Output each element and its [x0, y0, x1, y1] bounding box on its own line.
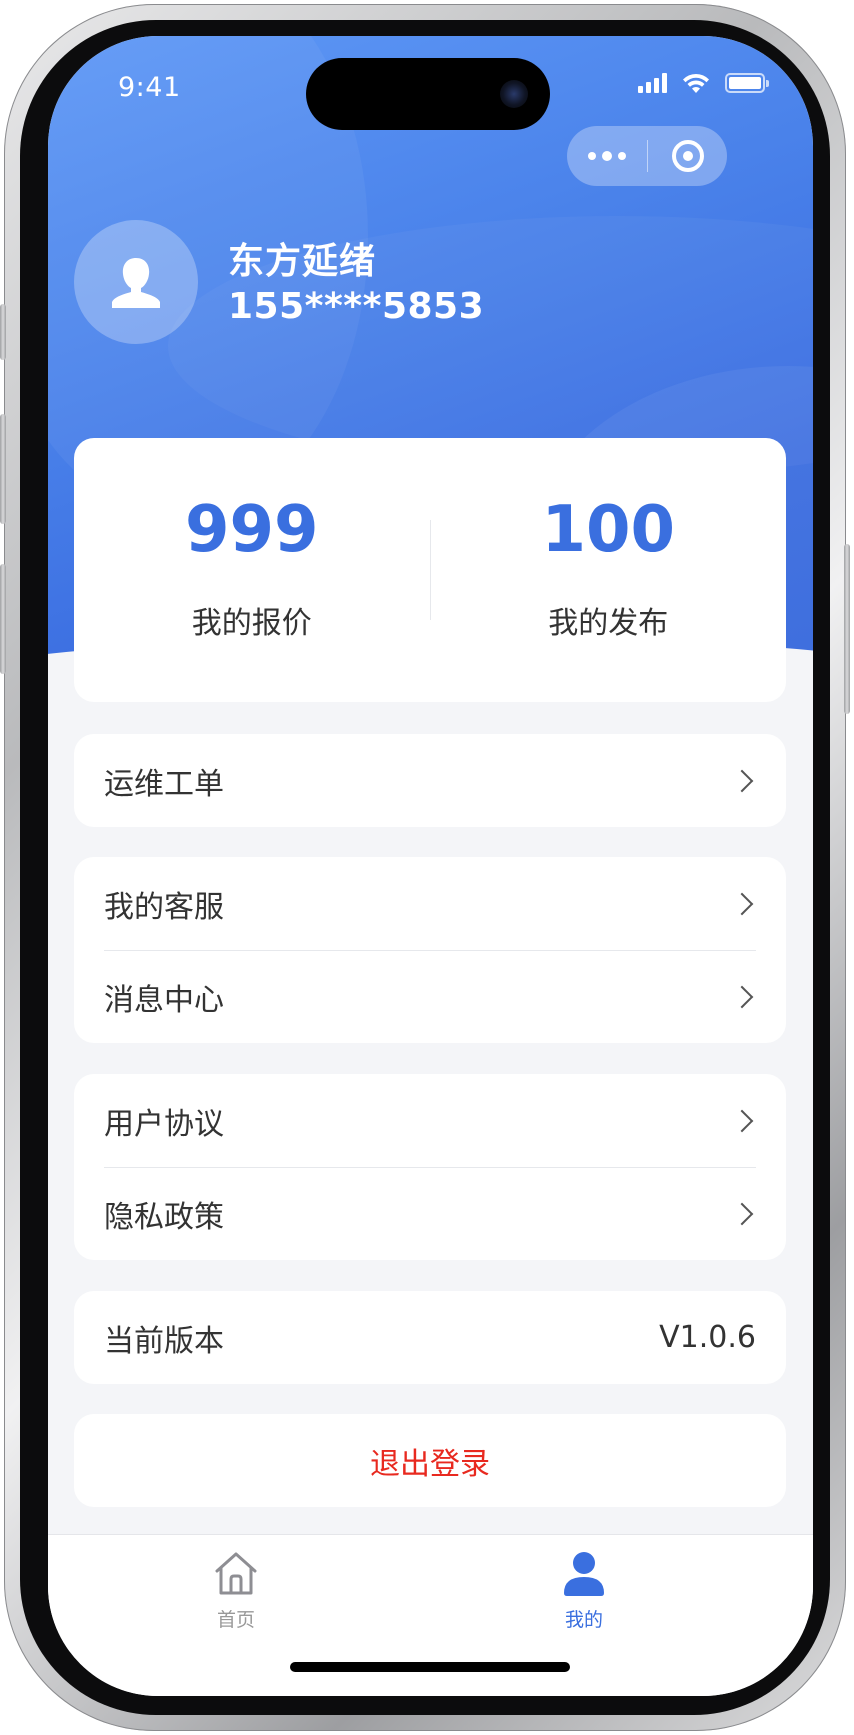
menu-item-privacy-policy[interactable]: 隐私政策 — [74, 1167, 786, 1260]
user-icon — [564, 1552, 604, 1596]
tab-home[interactable]: 首页 — [176, 1549, 296, 1632]
user-name: 东方延绪 — [228, 241, 377, 282]
status-icons — [638, 72, 769, 94]
close-target-icon[interactable] — [648, 126, 727, 186]
tab-home-label: 首页 — [216, 1609, 255, 1631]
stats-card: 999 我的报价 100 我的发布 — [74, 438, 786, 702]
dynamic-island — [306, 58, 550, 130]
stat-quotes-label: 我的报价 — [191, 606, 312, 641]
mini-program-capsule — [567, 126, 727, 186]
logout-button[interactable]: 退出登录 — [74, 1414, 786, 1507]
screen: 9:41 东方延绪 155****5853 999 我的报价 100 我的发布 … — [48, 36, 813, 1696]
menu-item-workorder[interactable]: 运维工单 — [74, 734, 786, 827]
stat-quotes[interactable]: 999 我的报价 — [74, 498, 430, 642]
volume-up-button — [0, 414, 6, 524]
chevron-right-icon — [730, 1109, 754, 1132]
user-phone: 155****5853 — [228, 286, 485, 327]
menu-item-label: 消息中心 — [104, 982, 224, 1018]
wifi-icon — [683, 73, 709, 93]
stat-posts-label: 我的发布 — [548, 606, 669, 641]
avatar[interactable] — [74, 220, 198, 344]
home-icon — [215, 1552, 257, 1595]
logout-card: 退出登录 — [74, 1414, 786, 1507]
chevron-right-icon — [730, 892, 754, 915]
version-row: 当前版本 V1.0.6 — [74, 1291, 786, 1384]
stat-quotes-value: 999 — [184, 493, 319, 567]
more-icon[interactable] — [567, 126, 647, 186]
logout-label: 退出登录 — [370, 1446, 490, 1482]
menu-group-support: 我的客服 消息中心 — [74, 857, 786, 1043]
chevron-right-icon — [730, 769, 754, 792]
menu-item-customer-service[interactable]: 我的客服 — [74, 857, 786, 950]
menu-item-label: 隐私政策 — [104, 1199, 224, 1235]
user-avatar-icon — [112, 258, 160, 308]
status-time: 9:41 — [118, 72, 181, 103]
camera-icon — [500, 80, 528, 108]
power-button — [844, 544, 850, 714]
stat-posts[interactable]: 100 我的发布 — [431, 498, 787, 642]
signal-icon — [638, 73, 667, 93]
chevron-right-icon — [730, 1202, 754, 1225]
tab-mine-label: 我的 — [564, 1609, 603, 1631]
mute-switch — [0, 304, 6, 360]
volume-down-button — [0, 564, 6, 674]
menu-group-legal: 用户协议 隐私政策 — [74, 1074, 786, 1260]
battery-icon — [725, 73, 769, 93]
stat-posts-value: 100 — [541, 493, 676, 567]
menu-item-messages[interactable]: 消息中心 — [74, 950, 786, 1043]
menu-item-user-agreement[interactable]: 用户协议 — [74, 1074, 786, 1167]
tab-mine[interactable]: 我的 — [524, 1549, 644, 1632]
chevron-right-icon — [730, 985, 754, 1008]
menu-item-label: 用户协议 — [104, 1106, 224, 1142]
version-label: 当前版本 — [104, 1323, 224, 1359]
home-indicator — [290, 1662, 570, 1672]
menu-group-workorder: 运维工单 — [74, 734, 786, 827]
version-value: V1.0.6 — [659, 1320, 756, 1355]
menu-item-label: 运维工单 — [104, 766, 224, 802]
menu-item-label: 我的客服 — [104, 889, 224, 925]
version-card: 当前版本 V1.0.6 — [74, 1291, 786, 1384]
